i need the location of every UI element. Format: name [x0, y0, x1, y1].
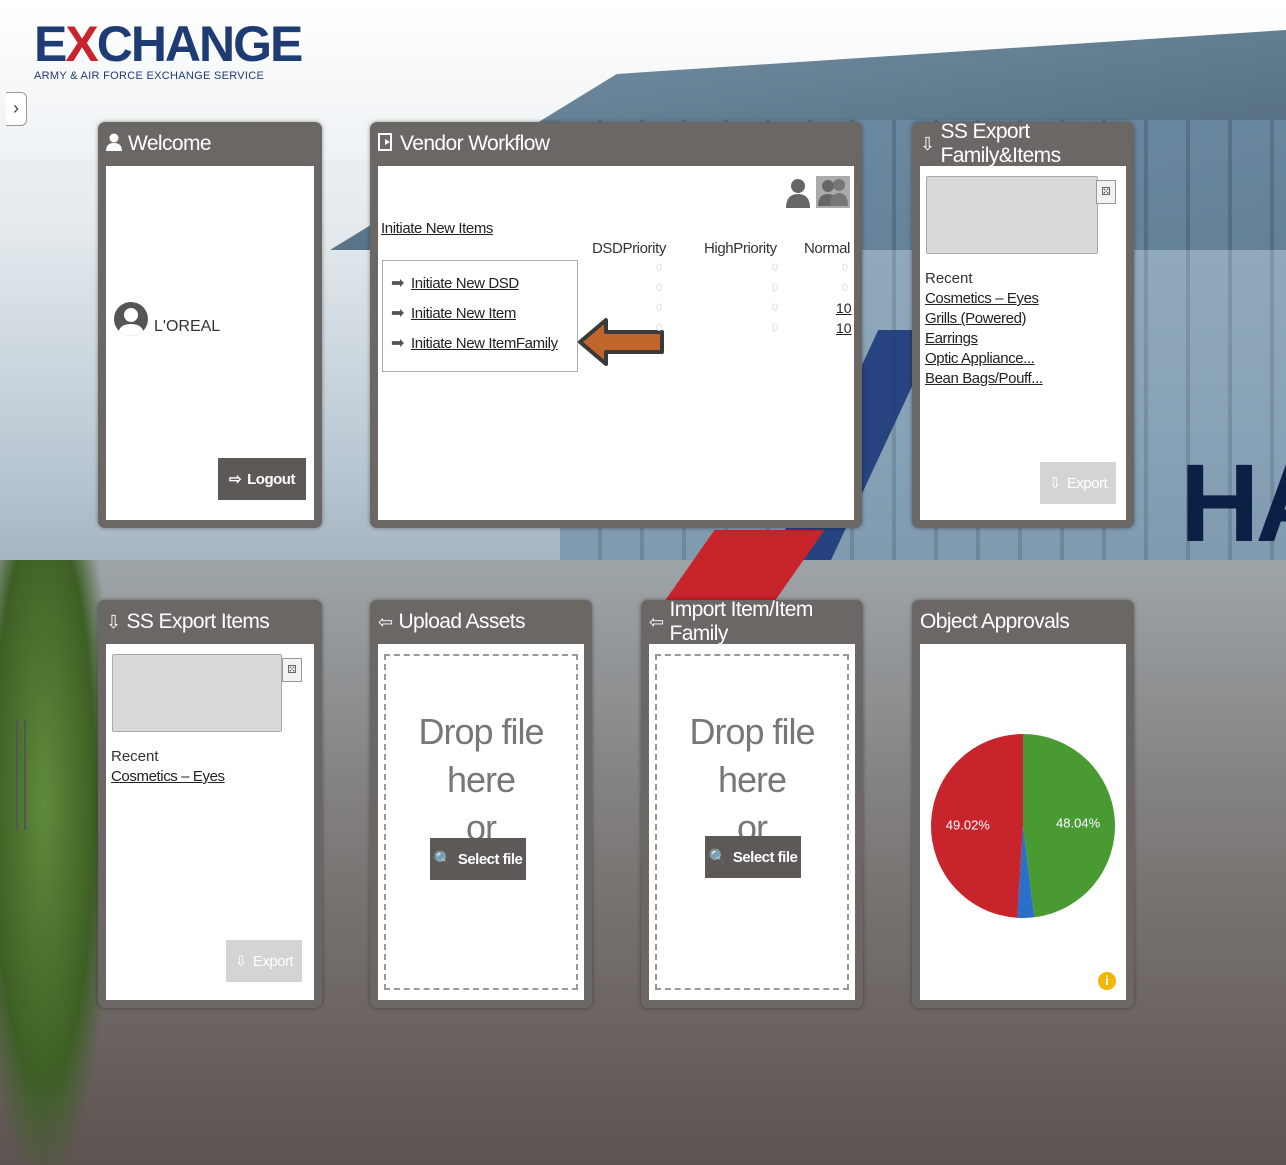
column-header-dsd: DSDPriority	[592, 240, 666, 257]
panel-title: Object Approvals	[920, 610, 1070, 633]
arrow-right-icon: ➡	[391, 335, 405, 352]
normal-count-link[interactable]: 10	[836, 320, 852, 336]
approvals-pie-chart[interactable]: 48.04% 49.02%	[920, 644, 1126, 1000]
search-file-icon: 🔍	[708, 849, 728, 866]
user-name: L'OREAL	[154, 318, 221, 335]
column-header-normal: Normal	[804, 240, 850, 257]
panel-title: SS Export Family&Items	[940, 120, 1061, 167]
count-value: 0	[656, 302, 663, 314]
column-header-high: HighPriority	[704, 240, 777, 257]
select-file-button[interactable]: 🔍 Select file	[705, 836, 801, 878]
hierarchy-icon[interactable]: ⚄	[1096, 180, 1116, 204]
recent-label: Recent	[925, 270, 973, 287]
exchange-logo[interactable]: EXCHANGE ARMY & AIR FORCE EXCHANGE SERVI…	[34, 18, 303, 82]
recent-link[interactable]: Cosmetics – Eyes	[925, 290, 1039, 307]
file-drop-zone[interactable]: Drop file here or	[655, 654, 849, 990]
sidebar-toggle-button[interactable]: ›	[6, 92, 27, 126]
user-icon	[106, 133, 122, 156]
export-icon: ⇩	[106, 611, 121, 632]
highlight-arrow-icon	[578, 318, 664, 366]
count-value: 0	[772, 322, 779, 334]
recent-link[interactable]: Grills (Powered)	[925, 310, 1027, 327]
panel-title: Import Item/Item Family	[669, 598, 813, 645]
export-button[interactable]: ⇩ Export	[226, 940, 302, 982]
menu-item-initiate-item[interactable]: ➡ Initiate New Item	[391, 303, 516, 323]
search-file-icon: 🔍	[433, 851, 453, 868]
select-file-button[interactable]: 🔍 Select file	[430, 838, 526, 880]
export-button[interactable]: ⇩ Export	[1040, 462, 1116, 504]
count-value: 0	[772, 302, 779, 314]
arrow-right-icon: ➡	[391, 275, 405, 292]
file-drop-zone[interactable]: Drop file here or	[384, 654, 578, 990]
drop-text: Drop file here	[689, 711, 815, 800]
normal-count-link[interactable]: 10	[836, 300, 852, 316]
recent-link[interactable]: Bean Bags/Pouff...	[925, 370, 1043, 387]
count-value: 0	[656, 262, 663, 274]
drop-area[interactable]	[112, 654, 282, 732]
count-value: 0	[842, 282, 849, 294]
resize-handle[interactable]	[16, 720, 26, 830]
pie-label: 49.02%	[946, 817, 991, 832]
hierarchy-icon[interactable]: ⚄	[282, 658, 302, 682]
upload-assets-panel: ⇦ Upload Assets Drop file here or 🔍 Sele…	[370, 600, 592, 1008]
welcome-panel: Welcome L'OREAL ⇨ Logout	[98, 122, 322, 528]
workflow-icon	[378, 132, 394, 156]
pie-label: 48.04%	[1056, 816, 1101, 831]
panel-title: Upload Assets	[398, 610, 525, 633]
object-approvals-panel: Object Approvals 48.04% 49.02% i	[912, 600, 1134, 1008]
count-value: 0	[842, 262, 849, 274]
recent-link[interactable]: Cosmetics – Eyes	[111, 768, 225, 785]
import-item-panel: ⇦ Import Item/Item Family Drop file here…	[641, 598, 863, 1008]
count-value: 0	[772, 282, 779, 294]
panel-title: SS Export Items	[126, 610, 270, 633]
logout-icon: ⇨	[229, 471, 242, 488]
info-icon[interactable]: i	[1098, 972, 1116, 990]
upload-icon: ⇦	[378, 611, 393, 632]
panel-title: Welcome	[128, 132, 212, 155]
ss-export-items-panel: ⇩ SS Export Items ⚄ Recent Cosmetics – E…	[98, 600, 322, 1008]
export-icon: ⇩	[234, 953, 248, 970]
menu-item-initiate-dsd[interactable]: ➡ Initiate New DSD	[391, 273, 519, 293]
export-icon: ⇩	[920, 133, 935, 154]
avatar	[114, 302, 148, 336]
count-value: 0	[772, 262, 779, 274]
vendor-workflow-panel: Vendor Workflow Initiate New Items ➡ Init…	[370, 122, 862, 528]
panel-title: Vendor Workflow	[400, 132, 550, 155]
recent-link[interactable]: Earrings	[925, 330, 978, 347]
logo-subtitle: ARMY & AIR FORCE EXCHANGE SERVICE	[34, 70, 265, 82]
drop-text: Drop file here	[418, 711, 544, 800]
count-value: 0	[656, 322, 663, 334]
count-value: 0	[656, 282, 663, 294]
menu-item-initiate-itemfamily[interactable]: ➡ Initiate New ItemFamily	[391, 333, 558, 353]
logout-button[interactable]: ⇨ Logout	[218, 458, 306, 500]
group-users-icon[interactable]	[816, 176, 850, 208]
import-icon: ⇦	[649, 611, 664, 632]
initiate-new-items-link[interactable]: Initiate New Items	[381, 220, 493, 237]
export-icon: ⇩	[1048, 475, 1062, 492]
recent-link[interactable]: Optic Appliance...	[925, 350, 1035, 367]
ss-export-family-panel: ⇩ SS Export Family&Items ⚄ Recent Cosmet…	[912, 120, 1134, 528]
arrow-right-icon: ➡	[391, 305, 405, 322]
drop-area[interactable]	[926, 176, 1098, 254]
single-user-icon[interactable]	[786, 178, 810, 213]
initiate-menu: ➡ Initiate New DSD ➡ Initiate New Item ➡ In…	[382, 260, 578, 372]
recent-label: Recent	[111, 748, 159, 765]
